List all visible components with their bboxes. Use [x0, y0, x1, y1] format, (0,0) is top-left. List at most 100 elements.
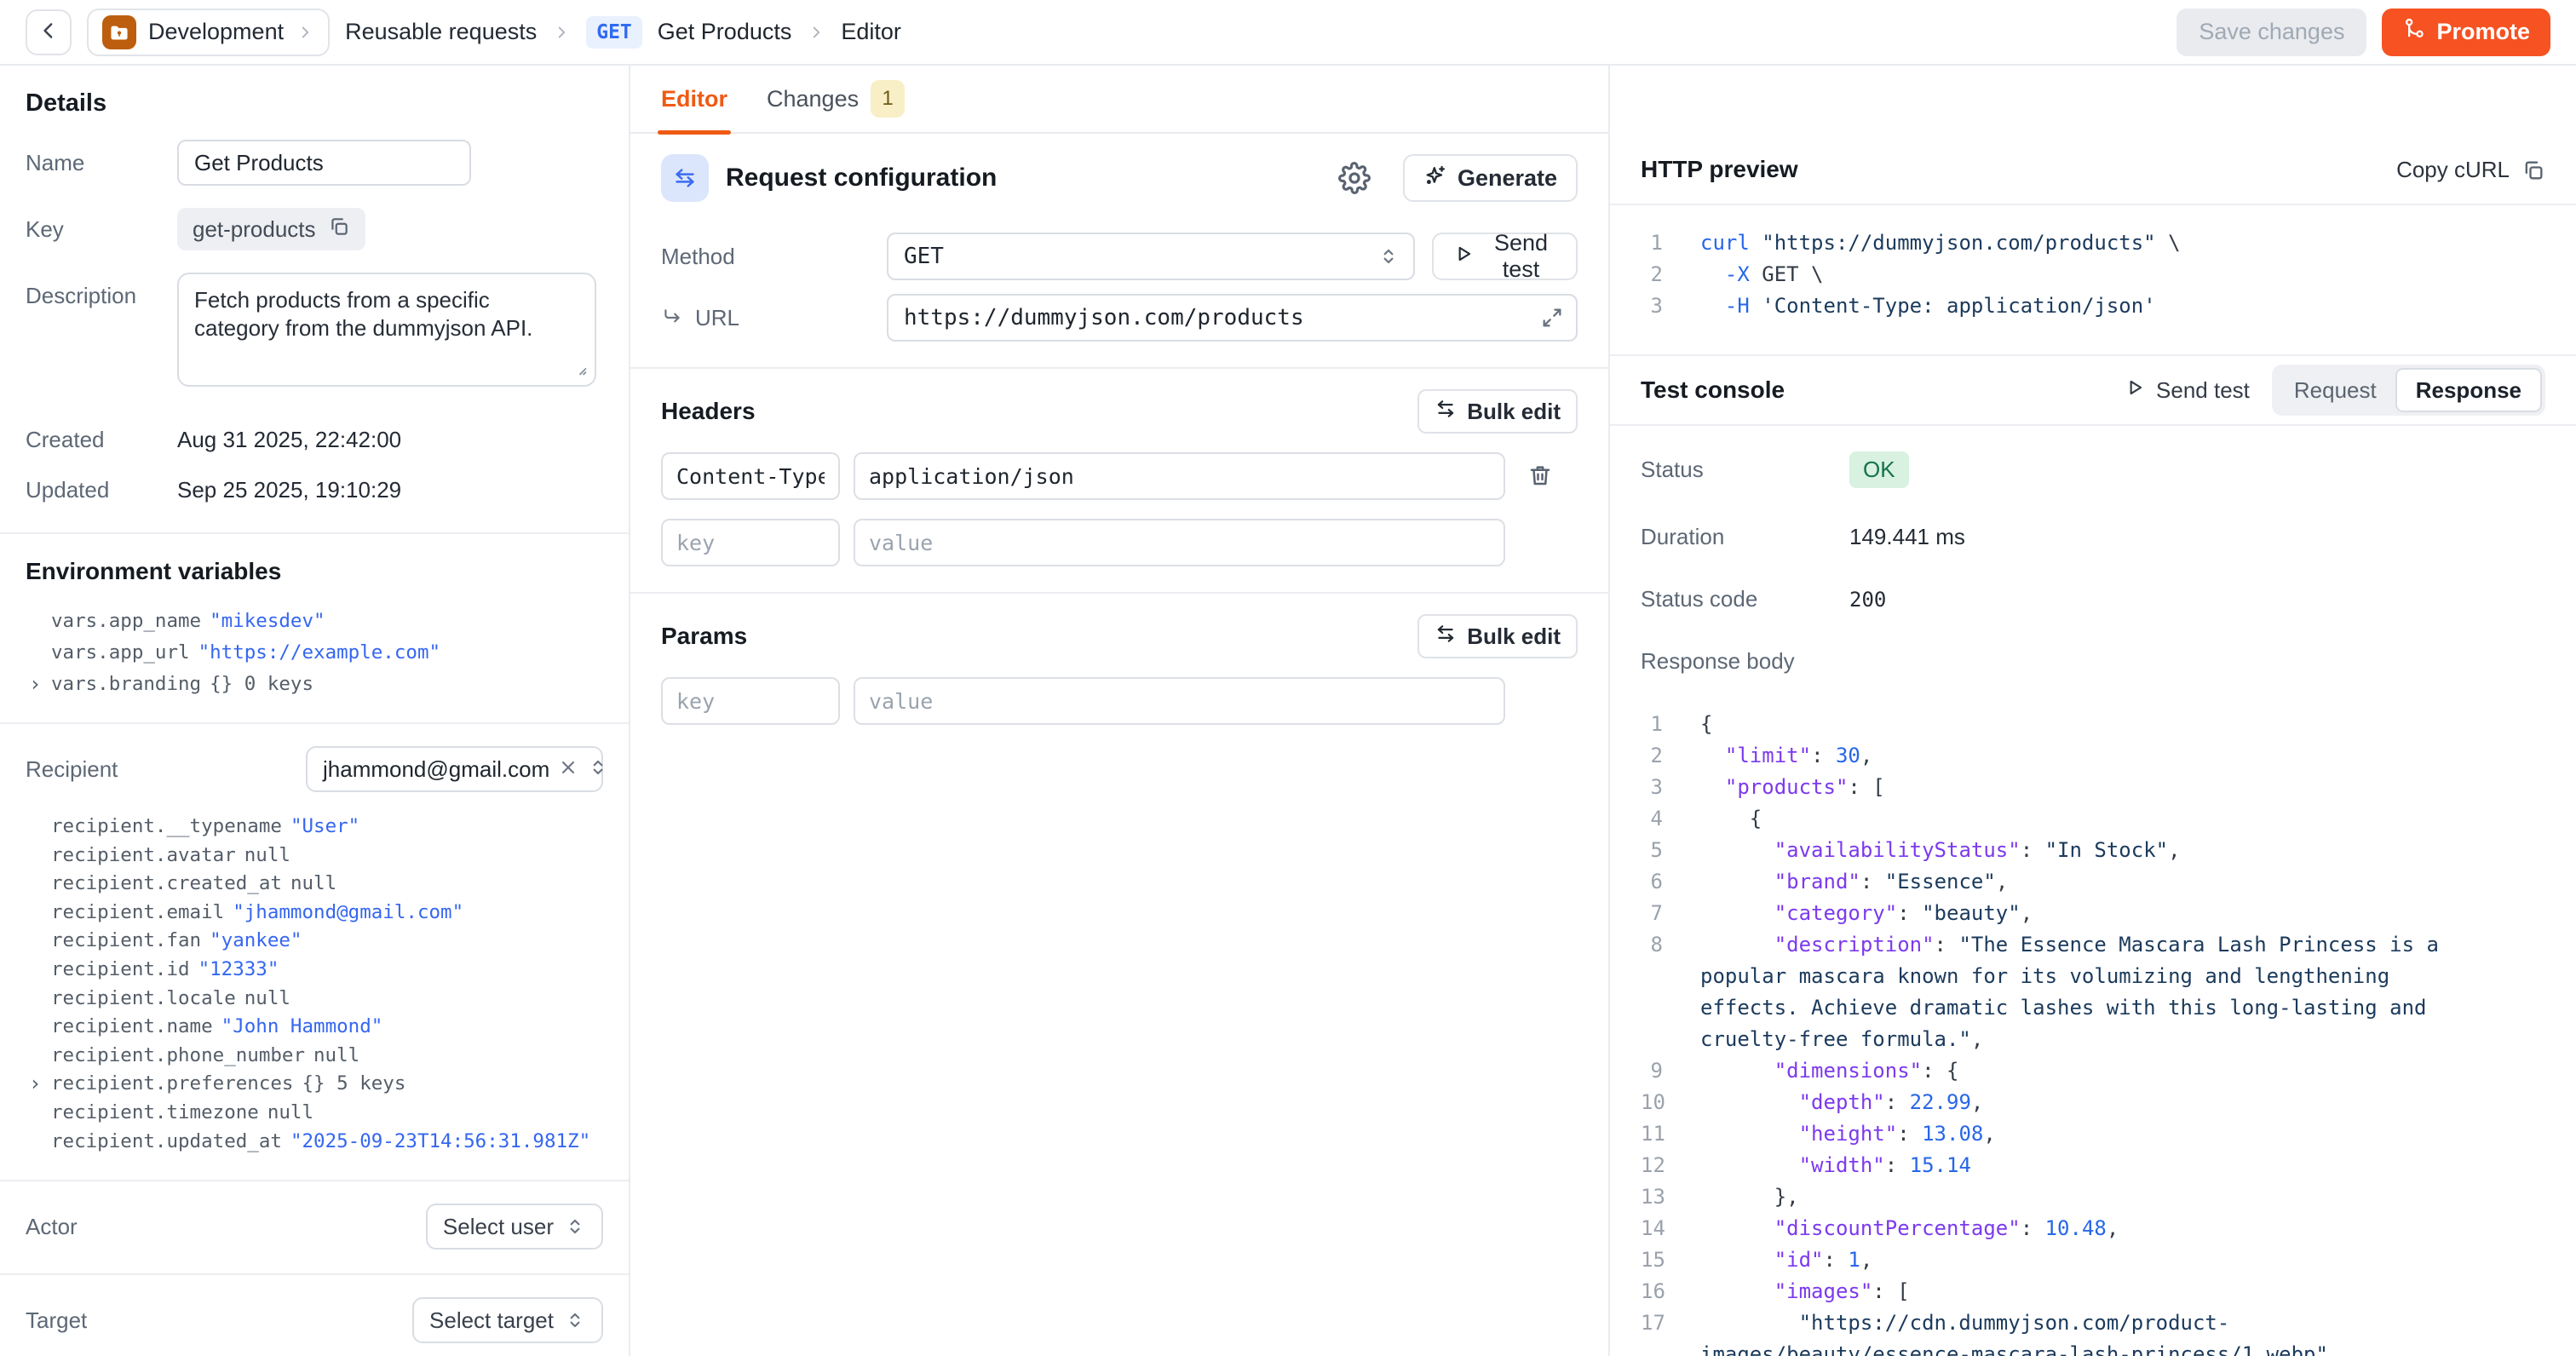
- created-label: Created: [26, 427, 177, 453]
- variable-value: "mikesdev": [210, 606, 325, 637]
- chevron-left-icon: [36, 18, 61, 46]
- back-button[interactable]: [26, 9, 72, 55]
- breadcrumb-request[interactable]: Get Products: [658, 19, 792, 45]
- target-select[interactable]: Select target: [412, 1297, 603, 1343]
- created-value: Aug 31 2025, 22:42:00: [177, 427, 603, 453]
- line-number: 17: [1641, 1307, 1700, 1356]
- name-input[interactable]: [177, 140, 471, 186]
- env-variable-row: ›vars.branding{} 0 keys: [51, 669, 603, 700]
- param-key-input[interactable]: [661, 677, 840, 725]
- method-select[interactable]: GET: [887, 233, 1415, 280]
- variable-value: "https://example.com": [198, 637, 440, 669]
- http-preview-header: HTTP preview Copy cURL: [1610, 66, 2576, 204]
- key-row: Key get-products: [26, 208, 603, 250]
- expand-icon[interactable]: [1540, 306, 1564, 334]
- params-bulk-edit-button[interactable]: Bulk edit: [1417, 614, 1578, 658]
- param-value-input[interactable]: [854, 677, 1505, 725]
- duration-value: 149.441 ms: [1849, 524, 1965, 550]
- header-value-input[interactable]: [854, 452, 1505, 500]
- code-text: -X GET \: [1700, 259, 2471, 290]
- tab-editor-label: Editor: [661, 86, 727, 112]
- expand-chevron-icon[interactable]: ›: [29, 1070, 41, 1099]
- tab-changes[interactable]: Changes 1: [767, 65, 905, 133]
- bulk-edit-label: Bulk edit: [1467, 399, 1561, 425]
- editor-tabbar: Editor Changes 1: [630, 66, 1608, 134]
- copy-icon[interactable]: [328, 215, 350, 244]
- copy-icon: [2521, 158, 2545, 182]
- breadcrumb-section[interactable]: Reusable requests: [345, 19, 537, 45]
- updated-label: Updated: [26, 477, 177, 503]
- play-icon: [1452, 243, 1475, 271]
- test-console-title: Test console: [1641, 376, 2124, 404]
- delete-header-button[interactable]: [1527, 463, 1553, 491]
- code-line: 15 "id": 1,: [1641, 1244, 2545, 1276]
- header-value-input[interactable]: [854, 519, 1505, 566]
- key-pill: get-products: [177, 208, 365, 250]
- settings-gear-icon[interactable]: [1338, 162, 1371, 194]
- breadcrumb-project-chip[interactable]: Development: [87, 9, 330, 56]
- copy-curl-button[interactable]: Copy cURL: [2396, 157, 2545, 183]
- environment-variables-list: vars.app_name"mikesdev"vars.app_url"http…: [51, 606, 603, 700]
- close-icon[interactable]: [558, 757, 578, 782]
- bulk-edit-label: Bulk edit: [1467, 623, 1561, 650]
- variable-key: vars.app_url: [51, 637, 190, 669]
- chevrons-up-down-icon: [587, 756, 609, 783]
- code-line: 3 "products": [: [1641, 772, 2545, 803]
- recipient-select[interactable]: jhammond@gmail.com: [306, 746, 603, 792]
- variable-value: "User": [290, 813, 359, 842]
- send-test-button[interactable]: Send test: [1432, 233, 1578, 280]
- tab-editor[interactable]: Editor: [661, 65, 727, 133]
- request-configuration-title: Request configuration: [726, 164, 1321, 192]
- variable-value: null: [267, 1099, 313, 1128]
- code-line: 10 "depth": 22.99,: [1641, 1087, 2545, 1118]
- promote-button[interactable]: Promote: [2382, 9, 2550, 56]
- generate-button[interactable]: Generate: [1403, 154, 1578, 202]
- console-send-test-button[interactable]: Send test: [2124, 376, 2250, 405]
- header-key-input[interactable]: [661, 452, 840, 500]
- variable-key: recipient.preferences: [51, 1070, 293, 1099]
- response-body-code: 1{2 "limit": 30,3 "products": [4 {5 "ava…: [1641, 709, 2545, 1356]
- key-label: Key: [26, 216, 177, 243]
- resize-handle-icon[interactable]: [571, 359, 589, 382]
- variable-key: vars.branding: [51, 669, 201, 700]
- method-value: GET: [904, 244, 944, 269]
- code-line: 3 -H 'Content-Type: application/json': [1641, 290, 2545, 322]
- toggle-request[interactable]: Request: [2275, 368, 2395, 412]
- console-send-test-label: Send test: [2156, 377, 2250, 404]
- code-text: "height": 13.08,: [1700, 1118, 2471, 1150]
- preview-panel: HTTP preview Copy cURL 1curl "https://du…: [1610, 66, 2576, 1356]
- sparkles-icon: [1423, 164, 1447, 193]
- variable-value: {} 0 keys: [210, 669, 313, 700]
- swap-arrows-icon: [661, 154, 709, 202]
- header-row: [661, 452, 1578, 500]
- expand-chevron-icon[interactable]: ›: [29, 669, 41, 700]
- recipient-selected-value: jhammond@gmail.com: [323, 756, 549, 783]
- environment-title: Environment variables: [26, 558, 603, 585]
- url-row: URL: [661, 294, 1578, 342]
- headers-bulk-edit-button[interactable]: Bulk edit: [1417, 389, 1578, 434]
- env-variable-row: vars.app_name"mikesdev": [51, 606, 603, 637]
- recipient-variable-row: recipient.fan"yankee": [51, 927, 603, 956]
- save-changes-button[interactable]: Save changes: [2176, 9, 2366, 56]
- description-textarea[interactable]: Fetch products from a specific category …: [177, 273, 596, 387]
- actor-select[interactable]: Select user: [426, 1204, 603, 1250]
- test-console-header: Test console Send test Request Response: [1610, 356, 2576, 424]
- line-number: 9: [1641, 1055, 1700, 1087]
- play-icon: [2124, 376, 2146, 405]
- headers-header: Headers Bulk edit: [661, 389, 1578, 434]
- variable-key: recipient.locale: [51, 985, 236, 1014]
- header-key-input[interactable]: [661, 519, 840, 566]
- code-text: "products": [: [1700, 772, 2471, 803]
- url-input[interactable]: [887, 294, 1578, 342]
- description-label: Description: [26, 283, 177, 309]
- variable-key: recipient.updated_at: [51, 1128, 282, 1157]
- toggle-response[interactable]: Response: [2395, 368, 2542, 412]
- corner-down-right-icon: [661, 307, 683, 329]
- recipient-variable-row: recipient.updated_at"2025-09-23T14:56:31…: [51, 1128, 603, 1157]
- chevron-right-icon: [807, 23, 825, 42]
- line-number: 5: [1641, 835, 1700, 866]
- status-label: Status: [1641, 457, 1849, 483]
- header-row-empty: [661, 519, 1578, 566]
- code-text: "depth": 22.99,: [1700, 1087, 2471, 1118]
- details-title: Details: [26, 89, 603, 118]
